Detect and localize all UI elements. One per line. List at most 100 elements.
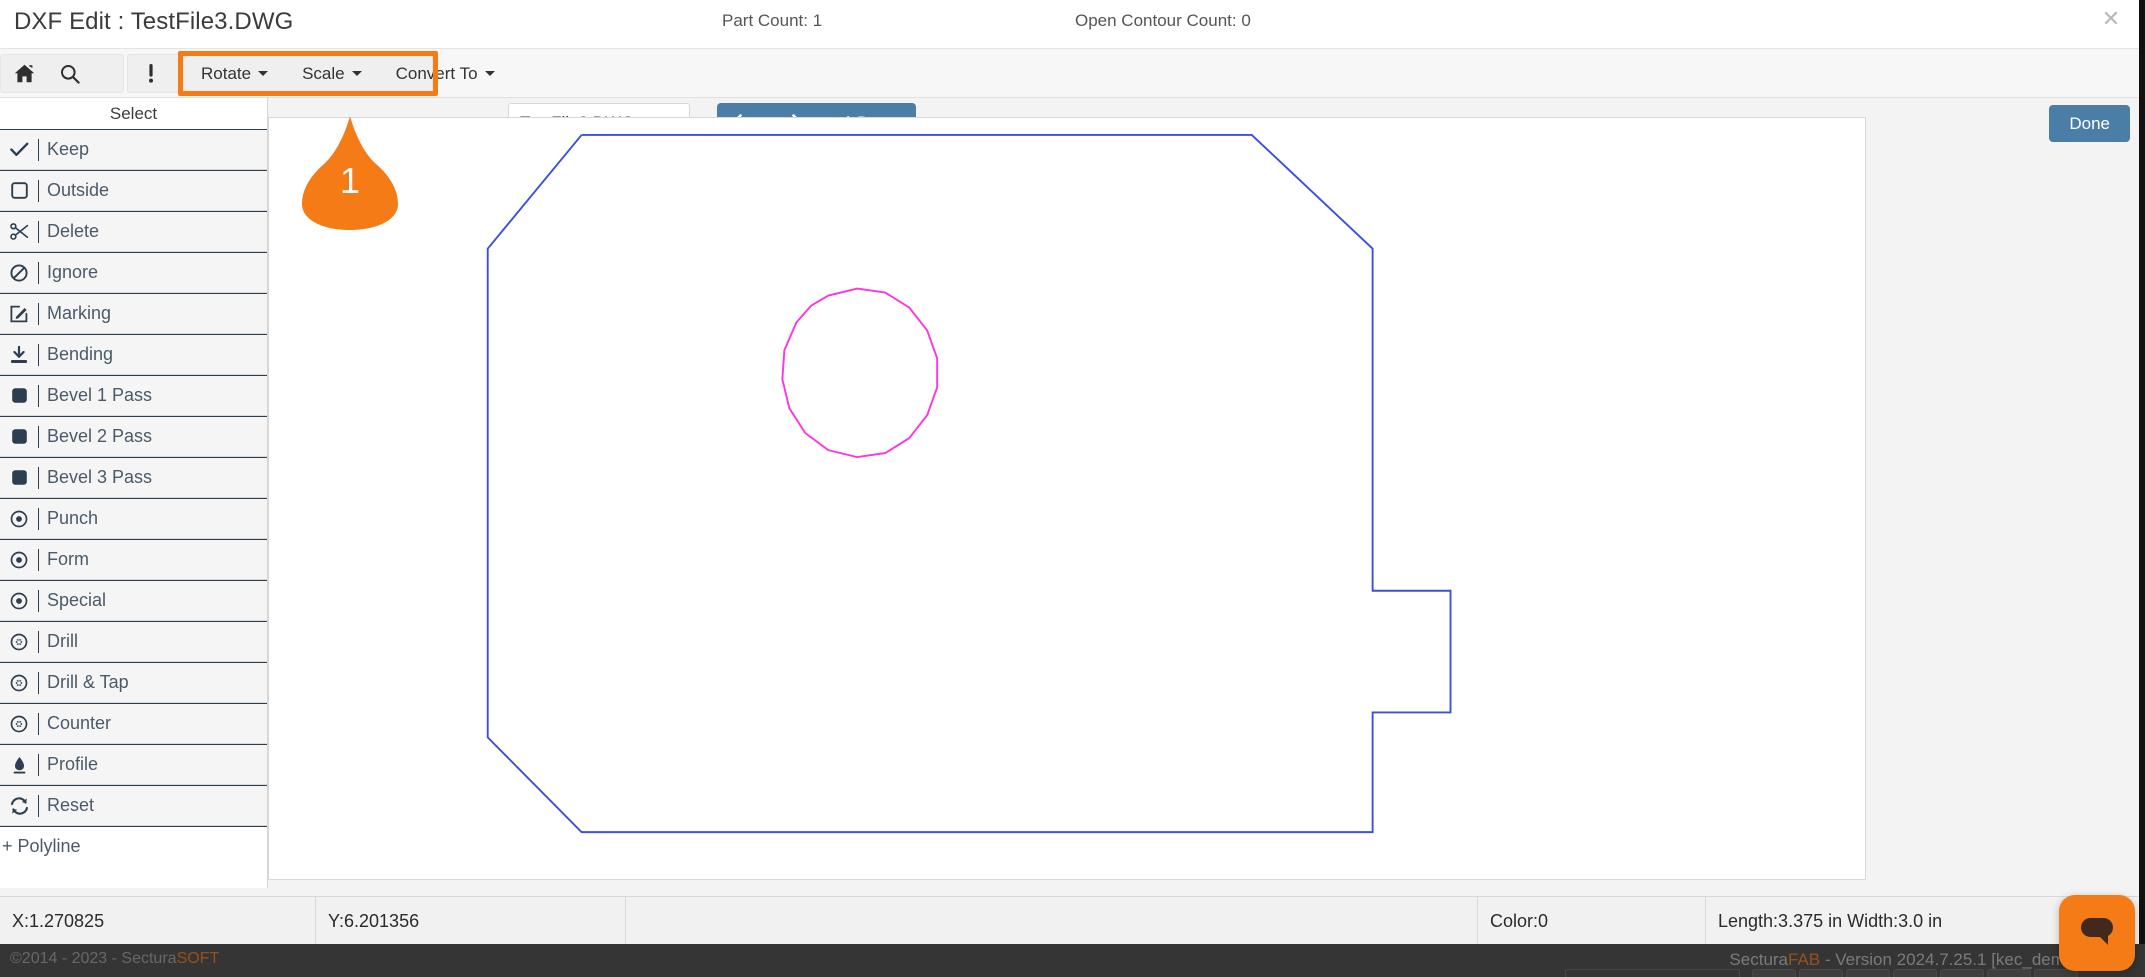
version-brand: Sectura (1729, 950, 1788, 969)
sidebar-item-divider (38, 139, 39, 161)
footer-filter-button[interactable]: ▼ (1940, 969, 1984, 977)
search-icon[interactable] (47, 55, 93, 92)
copyright-text: ©2014 - 2023 - SecturaSOFT (10, 950, 219, 968)
sidebar-item-divider (38, 713, 39, 735)
footer-remove-button[interactable]: − (1799, 969, 1843, 977)
status-blank-cell (626, 897, 1478, 945)
square-outline-icon (0, 182, 38, 199)
sidebar-item-label: Drill (47, 631, 78, 652)
sidebar-item-divider (38, 590, 39, 612)
chevron-down-icon (352, 71, 362, 76)
convert-to-label: Convert To (396, 64, 478, 84)
sidebar-item-bending[interactable]: Bending (0, 334, 267, 375)
window-right-edge (2139, 0, 2145, 944)
sidebar-item-reset[interactable]: Reset (0, 785, 267, 826)
page-title: DXF Edit : TestFile3.DWG (14, 8, 293, 36)
footer-refresh-button[interactable]: ↻ (1987, 969, 2031, 977)
sidebar-item-divider (38, 467, 39, 489)
add-polyline-label: + Polyline (2, 836, 81, 857)
sidebar-item-label: Ignore (47, 262, 98, 283)
toolbar: Rotate Scale Convert To TestFile3.DWG (0, 49, 2145, 98)
sidebar-item-label: Punch (47, 508, 98, 529)
sidebar-item-divider (38, 549, 39, 571)
sidebar-item-label: Profile (47, 754, 98, 775)
rotate-menu-button[interactable]: Rotate (184, 55, 285, 92)
scale-label: Scale (302, 64, 345, 84)
sidebar-item-counter[interactable]: Counter (0, 703, 267, 744)
sidebar-item-ignore[interactable]: Ignore (0, 252, 267, 293)
dxf-canvas[interactable] (268, 117, 1866, 880)
part-hole-path (782, 289, 937, 458)
sidebar-item-drill-and-tap[interactable]: Drill & Tap (0, 662, 267, 703)
filled-square-icon (0, 387, 38, 404)
sidebar-item-delete[interactable]: Delete (0, 211, 267, 252)
chevron-down-icon (485, 71, 495, 76)
sidebar-item-divider (38, 631, 39, 653)
asterisk-circle-icon (0, 674, 38, 692)
copyright-prefix: ©2014 - 2023 - Sectura (10, 950, 177, 967)
close-icon[interactable]: ✕ (2099, 8, 2123, 32)
sidebar-item-label: Form (47, 549, 89, 570)
footer-button-row: + − = ↑ ▼ ↻ ▦ (1752, 969, 2078, 977)
sidebar-item-outside[interactable]: Outside (0, 170, 267, 211)
sidebar-item-label: Drill & Tap (47, 672, 129, 693)
sidebar-item-label: Special (47, 590, 106, 611)
sidebar-item-divider (38, 221, 39, 243)
dot-circle-icon (0, 551, 38, 569)
status-color: Color:0 (1478, 897, 1706, 945)
sidebar-item-marking[interactable]: Marking (0, 293, 267, 334)
toolbar-nav-group (0, 54, 124, 93)
download-icon (0, 346, 38, 364)
add-polyline-button[interactable]: + Polyline (0, 826, 267, 866)
sidebar-item-label: Marking (47, 303, 111, 324)
scissors-icon (0, 223, 38, 240)
chat-bubble-icon[interactable] (2059, 895, 2135, 971)
sidebar-item-punch[interactable]: Punch (0, 498, 267, 539)
status-x-coordinate: X:1.270825 (0, 897, 316, 945)
sidebar-item-label: Counter (47, 713, 111, 734)
sidebar-item-divider (38, 385, 39, 407)
sidebar-item-label: Bevel 2 Pass (47, 426, 152, 447)
scale-menu-button[interactable]: Scale (285, 55, 379, 92)
copyright-accent: SOFT (177, 950, 220, 967)
sidebar-item-label: Bending (47, 344, 113, 365)
sidebar-item-label: Reset (47, 795, 94, 816)
asterisk-circle-icon (0, 715, 38, 733)
done-button[interactable]: Done (2049, 105, 2130, 142)
sidebar-item-bevel-2-pass[interactable]: Bevel 2 Pass (0, 416, 267, 457)
sidebar-item-divider (38, 262, 39, 284)
status-y-coordinate: Y:6.201356 (316, 897, 626, 945)
exclamation-icon[interactable] (128, 55, 174, 92)
dxf-edit-window: DXF Edit : TestFile3.DWG Part Count: 1 O… (0, 0, 2145, 977)
done-button-label: Done (2069, 114, 2110, 134)
home-icon[interactable] (1, 55, 47, 92)
select-sidebar: Select Keep Outside (0, 98, 268, 888)
rotate-label: Rotate (201, 64, 251, 84)
sidebar-item-label: Bevel 1 Pass (47, 385, 152, 406)
convert-to-menu-button[interactable]: Convert To (379, 55, 512, 92)
version-brand-accent: FAB (1788, 950, 1820, 969)
sidebar-item-divider (38, 672, 39, 694)
footer-equals-button[interactable]: = (1846, 969, 1890, 977)
dot-circle-icon (0, 510, 38, 528)
sidebar-item-keep[interactable]: Keep (0, 129, 267, 170)
sidebar-item-label: Outside (47, 180, 109, 201)
footer-up-button[interactable]: ↑ (1893, 969, 1937, 977)
check-icon (0, 142, 38, 157)
refresh-icon (0, 797, 38, 815)
group-actions-button[interactable]: GROUP ACTIONS (1565, 969, 1740, 977)
sidebar-item-bevel-3-pass[interactable]: Bevel 3 Pass (0, 457, 267, 498)
sidebar-item-drill[interactable]: Drill (0, 621, 267, 662)
ban-icon (0, 264, 38, 282)
sidebar-item-form[interactable]: Form (0, 539, 267, 580)
title-bar: DXF Edit : TestFile3.DWG Part Count: 1 O… (0, 0, 2145, 49)
footer-add-button[interactable]: + (1752, 969, 1796, 977)
dot-circle-icon (0, 592, 38, 610)
part-outline-path (488, 135, 1451, 832)
status-bar: X:1.270825 Y:6.201356 Color:0 Length:3.3… (0, 896, 2145, 944)
sidebar-item-profile[interactable]: Profile (0, 744, 267, 785)
sidebar-item-divider (38, 344, 39, 366)
sidebar-item-special[interactable]: Special (0, 580, 267, 621)
sidebar-item-bevel-1-pass[interactable]: Bevel 1 Pass (0, 375, 267, 416)
filled-square-icon (0, 469, 38, 486)
